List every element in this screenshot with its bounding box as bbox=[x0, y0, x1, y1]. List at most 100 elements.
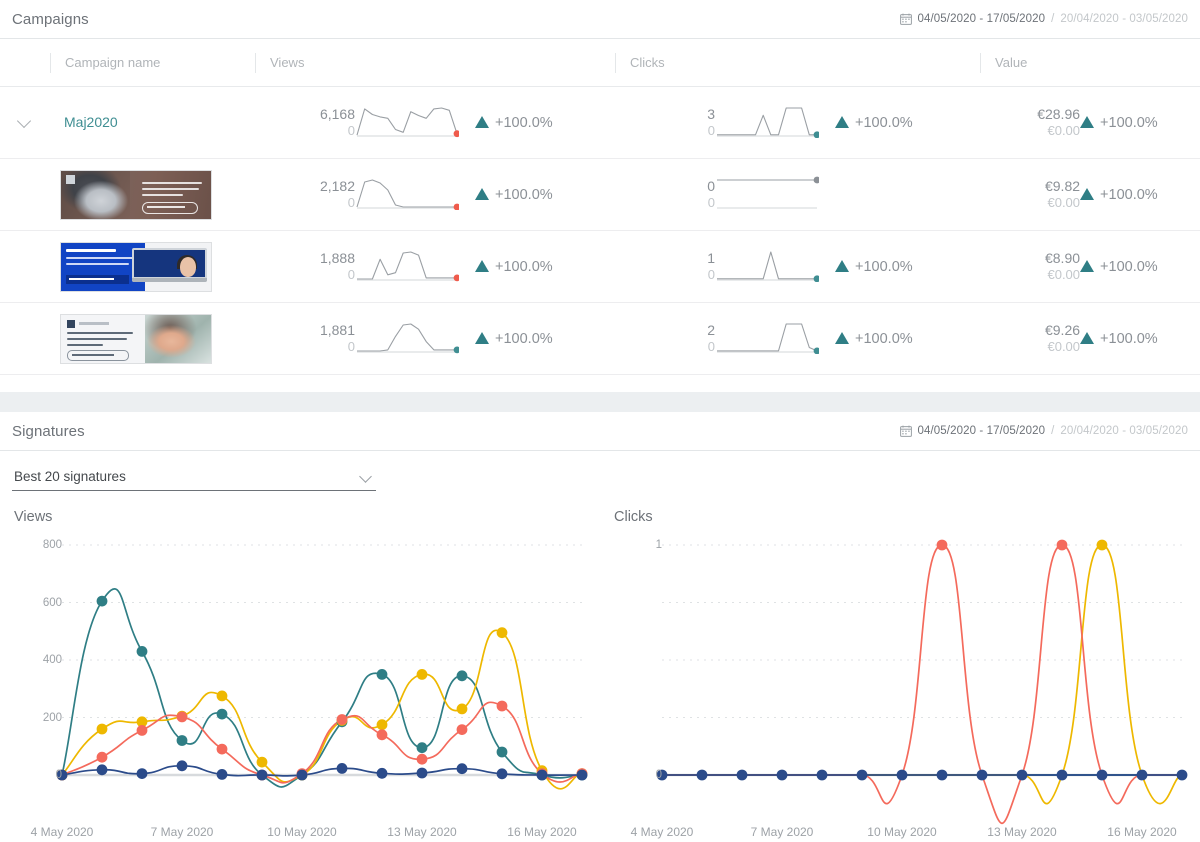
views-change-cell: +100.0% bbox=[475, 158, 615, 231]
value-cell: €8.90 €0.00 bbox=[980, 230, 1081, 303]
value-change-cell: +100.0% bbox=[1080, 302, 1200, 375]
clicks-previous: 0 bbox=[707, 267, 715, 283]
views-sparkline bbox=[355, 158, 475, 231]
date-range-previous: 20/04/2020 - 03/05/2020 bbox=[1060, 425, 1188, 437]
y-axis-tick: 400 bbox=[42, 654, 62, 666]
campaign-thumbnail[interactable] bbox=[50, 313, 255, 364]
signatures-date-range[interactable]: 04/05/2020 - 17/05/2020 / 20/04/2020 - 0… bbox=[899, 425, 1188, 437]
y-axis-tick: 600 bbox=[42, 596, 62, 609]
header-spacer bbox=[0, 39, 50, 87]
views-sparkline bbox=[355, 302, 475, 375]
change-value: +100.0% bbox=[855, 258, 913, 275]
campaigns-header: Campaigns 04/05/2020 - 17/05/2020 / 20/0… bbox=[0, 0, 1200, 39]
value-previous: €0.00 bbox=[1047, 123, 1081, 139]
x-axis-tick: 10 May 2020 bbox=[867, 825, 937, 839]
campaign-name-cell: Maj2020 bbox=[50, 86, 255, 159]
clicks-change-cell: +100.0% bbox=[835, 302, 981, 375]
date-range-separator: / bbox=[1051, 425, 1055, 437]
views-current: 1,888 bbox=[319, 249, 355, 266]
value-change-cell: +100.0% bbox=[1080, 158, 1200, 231]
x-axis-tick: 13 May 2020 bbox=[387, 825, 457, 839]
campaigns-date-range[interactable]: 04/05/2020 - 17/05/2020 / 20/04/2020 - 0… bbox=[899, 13, 1188, 25]
signatures-panel: Signatures 04/05/2020 - 17/05/2020 / 20/… bbox=[0, 412, 1200, 842]
signature-charts: Views 0 200 400 600 800 4 May 2020 7 May 2020 1… bbox=[0, 491, 1200, 839]
column-header-value: Value bbox=[980, 39, 1200, 87]
calendar-icon bbox=[899, 425, 912, 437]
row-expand-cell bbox=[0, 230, 50, 303]
calendar-icon bbox=[899, 13, 912, 25]
campaigns-table-header-row: Campaign name Views Clicks Value bbox=[0, 39, 1200, 87]
clicks-line-chart: 0 1 4 May 2020 7 May 2020 10 May 2020 13 May … bbox=[610, 533, 1188, 839]
clicks-chart-column: Clicks 0 1 4 May 2020 7 May 2020 10 May 2020… bbox=[600, 509, 1200, 839]
views-previous: 0 bbox=[347, 195, 355, 211]
chevron-down-icon bbox=[360, 471, 372, 483]
campaign-thumbnail[interactable] bbox=[50, 169, 255, 220]
y-axis-tick: 1 bbox=[655, 539, 662, 551]
triangle-up-icon bbox=[835, 331, 849, 344]
x-axis-tick: 7 May 2020 bbox=[150, 825, 214, 839]
table-row[interactable]: Maj2020 6,168 0 +100.0% 3 0 +100.0% €28.96 €0.00… bbox=[0, 86, 1200, 159]
views-previous: 0 bbox=[347, 267, 355, 283]
x-axis-tick: 7 May 2020 bbox=[750, 825, 814, 839]
clicks-change-cell: +100.0% bbox=[835, 86, 981, 159]
x-axis-tick: 10 May 2020 bbox=[267, 825, 337, 839]
clicks-current: 0 bbox=[707, 177, 715, 194]
value-previous: €0.00 bbox=[1047, 195, 1081, 211]
views-previous: 0 bbox=[347, 339, 355, 355]
signatures-select[interactable]: Best 20 signatures bbox=[12, 467, 376, 491]
x-axis-tick: 4 May 2020 bbox=[630, 825, 694, 839]
change-value: +100.0% bbox=[495, 258, 553, 275]
campaign-thumbnail-image bbox=[60, 241, 212, 292]
signatures-selector-row: Best 20 signatures bbox=[0, 451, 1200, 491]
value-current: €8.90 bbox=[1044, 249, 1081, 266]
clicks-change-cell: +100.0% bbox=[835, 230, 981, 303]
date-range-current: 04/05/2020 - 17/05/2020 bbox=[917, 425, 1046, 437]
value-cell: €28.96 €0.00 bbox=[980, 86, 1081, 159]
table-row[interactable]: 2,182 0 +100.0% 0 0 €9.82 €0.00 +100.0% bbox=[0, 158, 1200, 231]
triangle-up-icon bbox=[1080, 331, 1095, 344]
change-value: +100.0% bbox=[855, 114, 913, 131]
clicks-sparkline bbox=[715, 86, 835, 159]
views-chart-column: Views 0 200 400 600 800 4 May 2020 7 May 2020 1… bbox=[0, 509, 600, 839]
campaign-name-cell bbox=[50, 302, 255, 375]
value-current: €9.82 bbox=[1044, 177, 1081, 194]
triangle-up-icon bbox=[1080, 259, 1095, 272]
campaign-name-link[interactable]: Maj2020 bbox=[50, 114, 118, 130]
campaign-thumbnail[interactable] bbox=[50, 241, 255, 292]
triangle-up-icon bbox=[835, 115, 849, 128]
clicks-current: 1 bbox=[707, 249, 715, 266]
views-sparkline bbox=[355, 230, 475, 303]
change-value: +100.0% bbox=[1100, 114, 1158, 131]
chevron-down-icon[interactable] bbox=[16, 111, 34, 129]
x-axis-tick: 16 May 2020 bbox=[1107, 825, 1177, 839]
views-current: 6,168 bbox=[319, 105, 355, 122]
campaigns-panel: Campaigns 04/05/2020 - 17/05/2020 / 20/0… bbox=[0, 0, 1200, 392]
column-header-clicks: Clicks bbox=[615, 39, 981, 87]
column-header-views: Views bbox=[255, 39, 615, 87]
clicks-cell: 30 bbox=[615, 86, 715, 159]
page-title: Campaigns bbox=[12, 10, 89, 28]
row-expand-cell bbox=[0, 86, 50, 159]
clicks-current: 2 bbox=[707, 321, 715, 338]
value-previous: €0.00 bbox=[1047, 267, 1081, 283]
x-axis-tick: 4 May 2020 bbox=[30, 825, 94, 839]
views-change-cell: +100.0% bbox=[475, 302, 615, 375]
change-value: +100.0% bbox=[495, 114, 553, 131]
triangle-up-icon bbox=[475, 331, 489, 344]
table-row[interactable]: 1,888 0 +100.0% 1 0 +100.0% €8.90 €0.00 +100.0% bbox=[0, 230, 1200, 303]
table-row[interactable]: 1,881 0 +100.0% 2 0 +100.0% €9.26 €0.00 +100.0% bbox=[0, 302, 1200, 375]
views-chart-title: Views bbox=[14, 509, 53, 525]
campaign-name-cell bbox=[50, 230, 255, 303]
triangle-up-icon bbox=[835, 259, 849, 272]
views-change-cell: +100.0% bbox=[475, 230, 615, 303]
signatures-select-value: Best 20 signatures bbox=[14, 469, 126, 484]
triangle-up-icon bbox=[1080, 187, 1095, 200]
views-previous: 0 bbox=[347, 123, 355, 139]
x-axis-tick: 13 May 2020 bbox=[987, 825, 1057, 839]
y-axis-tick: 0 bbox=[55, 769, 62, 781]
change-value: +100.0% bbox=[495, 330, 553, 347]
clicks-sparkline bbox=[715, 158, 835, 231]
date-range-current: 04/05/2020 - 17/05/2020 bbox=[917, 13, 1046, 25]
x-axis-tick: 16 May 2020 bbox=[507, 825, 577, 839]
column-header-campaign-name: Campaign name bbox=[50, 39, 255, 87]
